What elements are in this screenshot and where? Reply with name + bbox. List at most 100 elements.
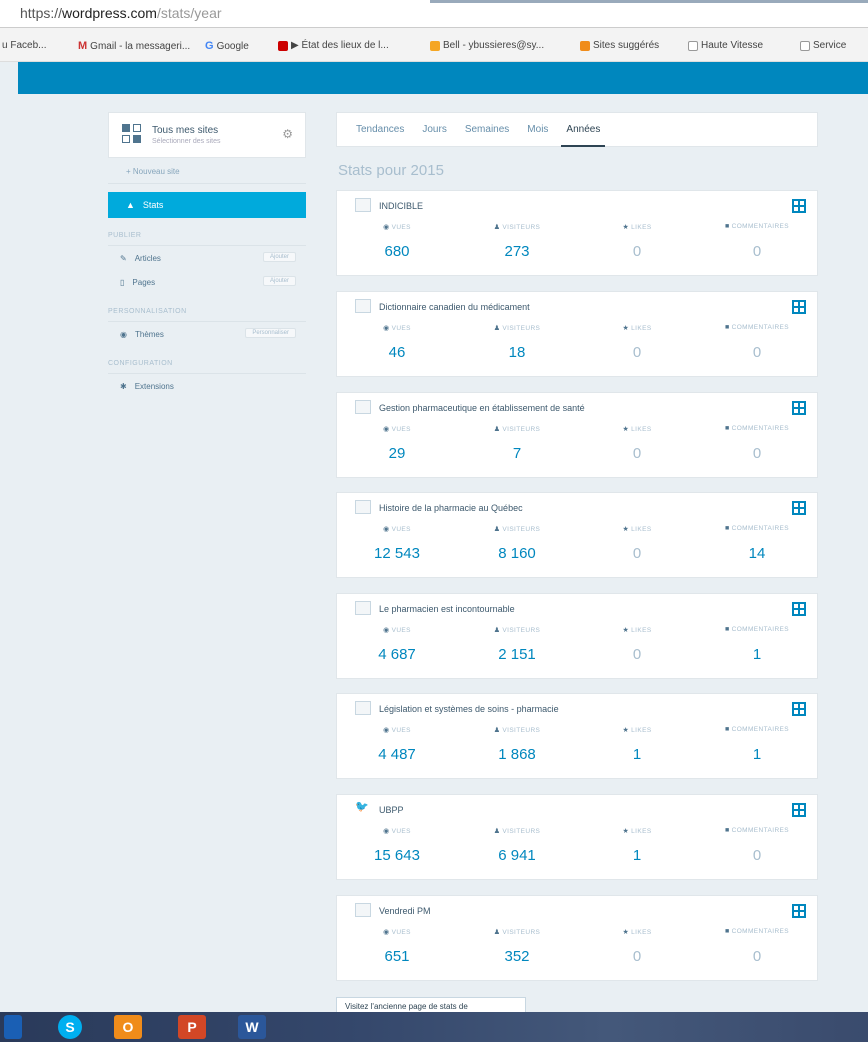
stat-likes[interactable]: ★ LIKES 0 (577, 425, 697, 462)
stat-value: 680 (384, 243, 410, 260)
views-icon: ◉ (383, 426, 390, 433)
tab-annees[interactable]: Années (557, 112, 609, 147)
stat-views[interactable]: ◉ VUES 46 (337, 324, 457, 361)
site-name-link[interactable]: Dictionnaire canadien du médicament (379, 302, 530, 312)
stat-visitors[interactable]: ♟ VISITEURS 273 (457, 223, 577, 260)
browser-url-bar[interactable]: https://wordpress.com/stats/year (0, 0, 868, 28)
stat-views[interactable]: ◉ VUES 29 (337, 425, 457, 462)
skype-icon[interactable]: S (58, 1015, 82, 1039)
stat-visitors[interactable]: ♟ VISITEURS 7 (457, 425, 577, 462)
stat-likes[interactable]: ★ LIKES 0 (577, 223, 697, 260)
stat-label: ★ LIKES (577, 626, 697, 638)
comments-icon: ■ (724, 324, 730, 331)
site-name-link[interactable]: Le pharmacien est incontournable (379, 604, 515, 614)
site-name-link[interactable]: Vendredi PM (379, 906, 431, 916)
bookmark-sites-suggeres[interactable]: Sites suggérés (580, 40, 659, 51)
gear-icon[interactable]: ⚙ (282, 127, 293, 141)
bookmark-haute-vitesse[interactable]: Haute Vitesse (688, 40, 763, 51)
stat-visitors[interactable]: ♟ VISITEURS 352 (457, 928, 577, 965)
outlook-icon[interactable]: O (114, 1015, 142, 1039)
url-text[interactable]: https://wordpress.com/stats/year (20, 5, 222, 21)
expand-stats-icon[interactable] (792, 904, 806, 918)
site-name-link[interactable]: UBPP (379, 805, 404, 815)
stat-views[interactable]: ◉ VUES 12 543 (337, 525, 457, 562)
expand-stats-icon[interactable] (792, 702, 806, 716)
bookmark-google[interactable]: G Google (205, 40, 249, 52)
section-header-personalize: PERSONNALISATION (108, 294, 306, 322)
stat-likes[interactable]: ★ LIKES 1 (577, 827, 697, 864)
expand-stats-icon[interactable] (792, 199, 806, 213)
add-site-link[interactable]: + Nouveau site (108, 158, 306, 184)
stat-likes[interactable]: ★ LIKES 1 (577, 726, 697, 763)
stat-likes[interactable]: ★ LIKES 0 (577, 324, 697, 361)
sidebar-item-pages[interactable]: ▯ Pages Ajouter (108, 270, 306, 294)
expand-stats-icon[interactable] (792, 602, 806, 616)
site-name-link[interactable]: Gestion pharmaceutique en établissement … (379, 403, 585, 413)
bookmark-etat-des-lieux[interactable]: ▶ État des lieux de l... (278, 40, 389, 51)
powerpoint-icon[interactable]: P (178, 1015, 206, 1039)
add-article-button[interactable]: Ajouter (262, 252, 296, 262)
stat-visitors[interactable]: ♟ VISITEURS 18 (457, 324, 577, 361)
tab-jours[interactable]: Jours (413, 112, 455, 147)
stat-visitors[interactable]: ♟ VISITEURS 8 160 (457, 525, 577, 562)
likes-icon: ★ (622, 828, 630, 835)
stat-label: ♟ VISITEURS (457, 223, 577, 235)
stat-value: 1 868 (498, 746, 536, 763)
stat-visitors[interactable]: ♟ VISITEURS 1 868 (457, 726, 577, 763)
bookmark-gmail[interactable]: M Gmail - la messageri... (78, 40, 190, 52)
stat-views[interactable]: ◉ VUES 4 487 (337, 726, 457, 763)
stat-views[interactable]: ◉ VUES 4 687 (337, 626, 457, 663)
tab-tendances[interactable]: Tendances (347, 112, 413, 147)
tab-semaines[interactable]: Semaines (456, 112, 518, 147)
bookmark-facebook[interactable]: u Faceb... (2, 40, 46, 51)
expand-stats-icon[interactable] (792, 300, 806, 314)
stat-label-text: COMMENTAIRES (731, 726, 790, 733)
site-name-link[interactable]: Législation et systèmes de soins - pharm… (379, 704, 559, 714)
bookmark-label: ▶ État des lieux de l... (291, 40, 389, 51)
stat-comments[interactable]: ■ COMMENTAIRES 0 (697, 324, 817, 361)
comments-icon: ■ (724, 525, 730, 532)
site-stats-card: Gestion pharmaceutique en établissement … (336, 392, 818, 478)
stat-comments[interactable]: ■ COMMENTAIRES 0 (697, 425, 817, 462)
stat-likes[interactable]: ★ LIKES 0 (577, 626, 697, 663)
expand-stats-icon[interactable] (792, 803, 806, 817)
wp-masterbar (18, 62, 868, 94)
word-icon[interactable]: W (238, 1015, 266, 1039)
stat-visitors[interactable]: ♟ VISITEURS 6 941 (457, 827, 577, 864)
stat-comments[interactable]: ■ COMMENTAIRES 14 (697, 525, 817, 562)
site-name-link[interactable]: INDICIBLE (379, 201, 423, 211)
sites-icon (580, 40, 590, 51)
stat-views[interactable]: ◉ VUES 15 643 (337, 827, 457, 864)
site-selector[interactable]: Tous mes sites Sélectionner des sites ⚙ (108, 112, 306, 158)
stat-label-text: LIKES (631, 224, 652, 231)
stat-likes[interactable]: ★ LIKES 0 (577, 928, 697, 965)
expand-stats-icon[interactable] (792, 501, 806, 515)
customize-button[interactable]: Personnaliser (245, 328, 296, 338)
stat-label: ◉ VUES (337, 324, 457, 336)
site-name-link[interactable]: Histoire de la pharmacie au Québec (379, 503, 523, 513)
stat-likes[interactable]: ★ LIKES 0 (577, 525, 697, 562)
stat-value: 0 (632, 948, 642, 965)
stat-views[interactable]: ◉ VUES 651 (337, 928, 457, 965)
stat-comments[interactable]: ■ COMMENTAIRES 0 (697, 827, 817, 864)
stat-label: ◉ VUES (337, 525, 457, 537)
tab-mois[interactable]: Mois (518, 112, 557, 147)
stat-label-text: VISITEURS (502, 627, 541, 634)
stat-comments[interactable]: ■ COMMENTAIRES 0 (697, 223, 817, 260)
bookmark-service[interactable]: Service (800, 40, 846, 51)
stat-views[interactable]: ◉ VUES 680 (337, 223, 457, 260)
windows-start-icon[interactable] (4, 1015, 22, 1039)
sidebar-item-themes[interactable]: ◉ Thèmes Personnaliser (108, 322, 306, 346)
stat-comments[interactable]: ■ COMMENTAIRES 1 (697, 626, 817, 663)
stat-comments[interactable]: ■ COMMENTAIRES 1 (697, 726, 817, 763)
stat-comments[interactable]: ■ COMMENTAIRES 0 (697, 928, 817, 965)
bookmark-bell[interactable]: Bell - ybussieres@sy... (430, 40, 544, 51)
sidebar-item-label: Thèmes (134, 329, 164, 339)
sidebar-item-articles[interactable]: ✎ Articles Ajouter (108, 246, 306, 270)
stat-visitors[interactable]: ♟ VISITEURS 2 151 (457, 626, 577, 663)
expand-stats-icon[interactable] (792, 401, 806, 415)
comments-icon: ■ (724, 626, 730, 633)
add-page-button[interactable]: Ajouter (262, 276, 296, 286)
sidebar-item-extensions[interactable]: ✱ Extensions (108, 374, 306, 398)
sidebar-item-stats[interactable]: ▲ Stats (108, 192, 306, 218)
